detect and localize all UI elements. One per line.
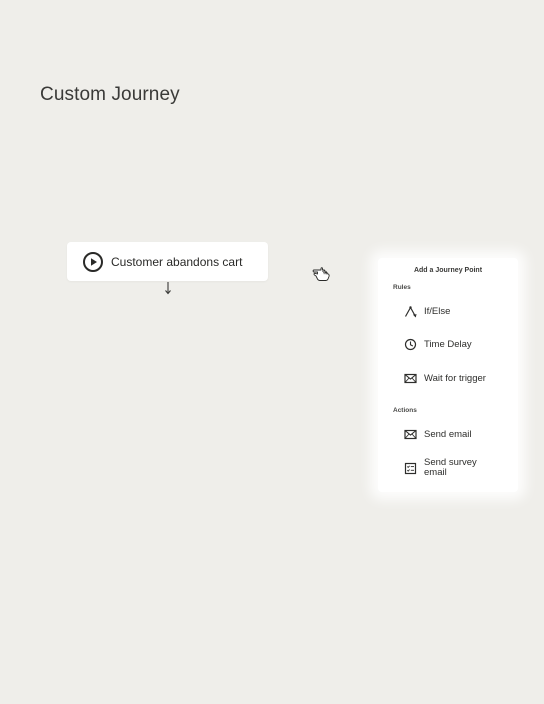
panel-item-send-survey-email[interactable]: Send survey email [404, 458, 494, 478]
panel-item-label: If/Else [424, 305, 451, 317]
hand-pointer-icon [312, 264, 332, 282]
trigger-label: Customer abandons cart [111, 254, 243, 269]
panel-item-label: Send survey email [424, 457, 477, 478]
add-journey-point-panel: Add a Journey Point Rules If/Else Time D… [378, 258, 518, 492]
arrow-down-icon [162, 281, 174, 295]
page-title: Custom Journey [40, 84, 180, 105]
panel-item-if-else[interactable]: If/Else [404, 305, 450, 318]
panel-item-label: Wait for trigger [424, 372, 486, 384]
panel-item-wait-for-trigger[interactable]: Wait for trigger [404, 372, 486, 385]
clock-icon [404, 338, 417, 351]
section-heading-rules: Rules [393, 284, 411, 291]
envelope-icon [404, 428, 417, 441]
panel-title: Add a Journey Point [413, 267, 483, 274]
section-heading-actions: Actions [393, 407, 417, 414]
trigger-card[interactable]: Customer abandons cart [67, 242, 268, 281]
panel-item-label: Send email [424, 428, 472, 440]
panel-item-label: Time Delay [424, 338, 472, 350]
panel-item-time-delay[interactable]: Time Delay [404, 338, 472, 351]
play-circle-icon [82, 251, 104, 273]
survey-form-icon [404, 462, 417, 475]
split-branch-icon [404, 305, 417, 318]
envelope-icon [404, 372, 417, 385]
panel-item-send-email[interactable]: Send email [404, 428, 472, 441]
